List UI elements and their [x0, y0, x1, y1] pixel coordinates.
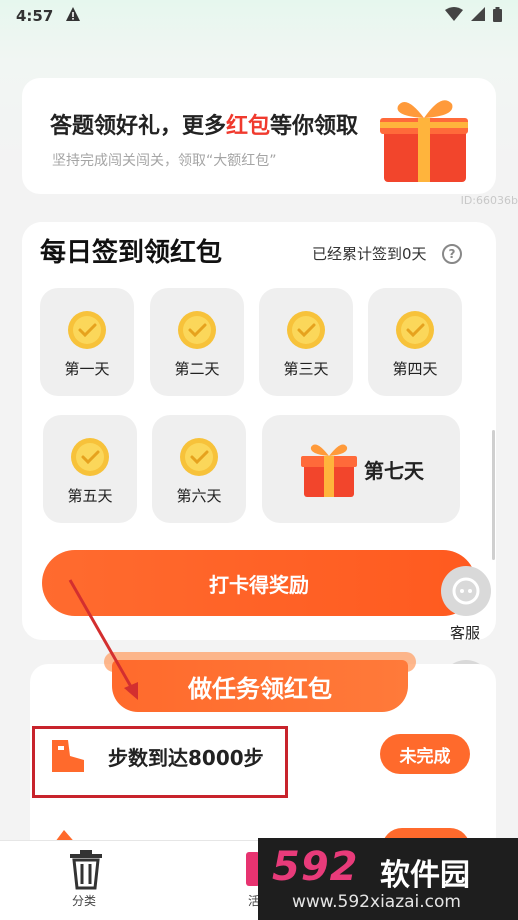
signin-title: 每日签到领红包	[40, 238, 223, 268]
banner-title-highlight: 红包	[226, 114, 271, 139]
customer-service-button[interactable]	[441, 566, 491, 616]
nav-tab-category[interactable]: 分类	[72, 892, 96, 909]
status-time: 4:57	[16, 7, 54, 25]
day-label: 第一天	[64, 360, 110, 378]
scrollbar[interactable]	[492, 430, 495, 560]
help-icon[interactable]: ?	[442, 244, 462, 264]
day-label: 第三天	[283, 360, 329, 378]
banner-title-prefix: 答题领好礼，更多	[50, 114, 227, 139]
day-card-3[interactable]: 第三天	[259, 288, 353, 396]
warning-icon	[65, 6, 81, 26]
watermark-logo: 592	[272, 844, 359, 890]
coin-icon	[178, 311, 216, 349]
watermark-url: www.592xiazai.com	[292, 892, 461, 912]
day-card-4[interactable]: 第四天	[368, 288, 462, 396]
coin-icon	[68, 311, 106, 349]
coin-icon	[71, 438, 109, 476]
customer-service-label: 客服	[450, 624, 481, 642]
chat-icon	[452, 577, 480, 605]
trash-icon[interactable]	[64, 846, 108, 890]
status-bar: 4:57	[0, 0, 518, 32]
task-header: 做任务领红包	[112, 660, 408, 712]
battery-icon	[493, 6, 502, 26]
wifi-icon	[445, 7, 463, 25]
quiz-banner[interactable]: 答题领好礼，更多红包等你领取 坚持完成闯关闯关，领取“大额红包”	[22, 78, 496, 194]
day-card-2[interactable]: 第二天	[150, 288, 244, 396]
signal-icon	[471, 7, 485, 25]
day-card-6[interactable]: 第六天	[152, 415, 246, 523]
coin-icon	[287, 311, 325, 349]
gift-box-icon	[301, 444, 357, 497]
coin-icon	[180, 438, 218, 476]
day-label: 第四天	[392, 360, 438, 378]
day-card-7[interactable]: 第七天	[262, 415, 460, 523]
day-label: 第五天	[67, 487, 113, 505]
id-tag: ID:66036b	[460, 194, 518, 207]
day-label: 第七天	[364, 458, 424, 483]
signin-counter: 已经累计签到0天	[312, 245, 427, 263]
task-status-button[interactable]: 未完成	[380, 734, 470, 774]
day-card-5[interactable]: 第五天	[43, 415, 137, 523]
coin-icon	[396, 311, 434, 349]
checkin-reward-button[interactable]: 打卡得奖励	[42, 550, 476, 616]
banner-title-suffix: 等你领取	[270, 114, 359, 139]
banner-subtitle: 坚持完成闯关闯关，领取“大额红包”	[52, 153, 277, 169]
gift-box-icon	[380, 100, 468, 182]
highlight-box	[32, 726, 288, 798]
day-label: 第六天	[176, 487, 222, 505]
banner-title: 答题领好礼，更多红包等你领取	[50, 108, 358, 140]
watermark-name: 软件园	[380, 858, 470, 893]
day-card-1[interactable]: 第一天	[40, 288, 134, 396]
day-label: 第二天	[174, 360, 220, 378]
